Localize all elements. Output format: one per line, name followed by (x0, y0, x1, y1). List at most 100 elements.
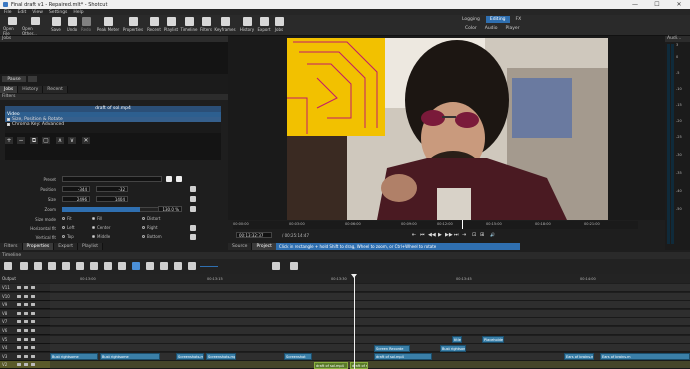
overwrite-icon[interactable] (104, 262, 112, 270)
ripple-delete-icon[interactable] (76, 262, 84, 270)
hide-icon[interactable] (24, 363, 28, 367)
move-filter-up-button[interactable]: ∧ (56, 137, 64, 144)
track-header[interactable]: V10 (0, 292, 50, 301)
timeline-clip[interactable]: Screenshots.mp4 (176, 353, 204, 361)
mute-icon[interactable] (17, 311, 21, 315)
lock-icon[interactable] (31, 337, 35, 341)
position-x-field[interactable]: -344 (62, 186, 90, 192)
lock-icon[interactable] (31, 294, 35, 298)
hide-icon[interactable] (24, 329, 28, 332)
track-lane[interactable] (50, 292, 690, 301)
next-icon[interactable]: ⏭ (454, 232, 459, 238)
filter-enable-checkbox[interactable] (7, 123, 10, 126)
filter-enable-checkbox[interactable] (7, 118, 10, 121)
zoom-fit-icon[interactable] (290, 262, 298, 270)
lift-icon[interactable] (90, 262, 98, 270)
track-header[interactable]: V8 (0, 309, 50, 318)
tab-recent[interactable]: Recent (43, 86, 68, 93)
audio-panel-button[interactable]: Audio (485, 26, 498, 31)
track-header[interactable]: V5 (0, 335, 50, 344)
close-filter-button[interactable]: ✕ (82, 137, 90, 144)
timeline-clip[interactable]: title (452, 336, 462, 344)
deselect-filter-button[interactable]: ▢ (42, 137, 50, 144)
filters-button[interactable]: Filters (199, 15, 213, 36)
split-icon[interactable] (118, 262, 126, 270)
lock-icon[interactable] (31, 354, 35, 358)
track-header[interactable]: V9 (0, 301, 50, 310)
zoom-out-icon[interactable] (188, 262, 196, 270)
undo-button[interactable]: Undo (66, 15, 78, 36)
mute-icon[interactable] (17, 354, 21, 358)
skip-to-start-icon[interactable]: ⇤ (412, 232, 416, 238)
append-icon[interactable] (62, 262, 70, 270)
maximize-button[interactable]: ☐ (646, 0, 668, 9)
hfit-right[interactable]: Right (142, 225, 158, 230)
timeline-clip[interactable]: Screen Recorde (374, 344, 410, 352)
size-height-field[interactable]: 1404 (96, 196, 128, 202)
hfit-left[interactable]: Left (62, 225, 75, 230)
hide-icon[interactable] (24, 286, 28, 289)
mute-icon[interactable] (17, 337, 21, 341)
track-lane[interactable] (50, 301, 690, 310)
open-other-button[interactable]: Open Other... (22, 15, 48, 36)
zoom-field[interactable]: 130.0 % (158, 206, 182, 212)
menu-file[interactable]: File (4, 10, 12, 15)
timeline-clip[interactable]: draft of sol.mp4 (374, 353, 432, 361)
skip-to-end-icon[interactable]: ⇥ (462, 232, 466, 238)
lock-icon[interactable] (31, 286, 35, 289)
timeline-clip[interactable]: Placeholder (482, 336, 504, 344)
video-frame[interactable] (287, 38, 608, 220)
volume-icon[interactable]: 🔊 (490, 232, 495, 237)
timeline-playhead[interactable] (354, 274, 355, 369)
mute-icon[interactable] (17, 303, 21, 307)
timeline-clip[interactable]: Ears of brains.m (564, 353, 594, 361)
preset-select[interactable] (62, 176, 162, 182)
track-header[interactable]: V4 (0, 344, 50, 353)
menu-settings[interactable]: Settings (49, 10, 67, 15)
track-lane[interactable] (50, 318, 690, 327)
previous-icon[interactable]: ⏮ (420, 232, 425, 238)
save-preset-icon[interactable] (166, 176, 172, 182)
cut-icon[interactable] (20, 262, 28, 270)
hide-icon[interactable] (24, 303, 28, 307)
scrub-icon[interactable] (146, 262, 154, 270)
paste-icon[interactable] (48, 262, 56, 270)
vfit-bottom[interactable]: Bottom (142, 234, 162, 239)
tab-project[interactable]: Project (252, 243, 277, 250)
tab-source[interactable]: Source (228, 243, 253, 250)
lock-icon[interactable] (31, 329, 35, 332)
jobs-button[interactable]: Jobs (273, 15, 285, 36)
menu-edit[interactable]: Edit (18, 10, 27, 15)
tab-properties[interactable]: Properties (22, 243, 55, 250)
timeline-clip[interactable]: Bust rightsome (100, 353, 160, 361)
lock-icon[interactable] (31, 311, 35, 315)
track-header[interactable]: V3 (0, 352, 50, 361)
lock-icon[interactable] (31, 346, 35, 350)
add-filter-button[interactable]: + (5, 137, 13, 144)
vfit-middle[interactable]: Middle (92, 234, 110, 239)
tab-logging[interactable]: Logging (458, 16, 484, 23)
reset-size-icon[interactable] (190, 196, 196, 202)
zoom-in-icon[interactable] (272, 262, 280, 270)
track-lane[interactable] (50, 335, 690, 344)
track-header[interactable]: V6 (0, 327, 50, 335)
history-button[interactable]: History (239, 15, 255, 36)
timeline-clip[interactable]: Ears of brains.m (600, 353, 690, 361)
properties-button[interactable]: Properties (122, 15, 144, 36)
jobs-menu-button[interactable] (28, 76, 37, 82)
open-file-button[interactable]: Open File (3, 15, 21, 36)
tab-fx[interactable]: FX (512, 16, 526, 23)
save-button[interactable]: Save (50, 15, 62, 36)
track-header[interactable]: V2 (0, 361, 50, 369)
current-timecode[interactable]: 00:13:32:37 (236, 232, 272, 238)
timeline-clip[interactable]: Bust rightsome (440, 344, 466, 352)
timeline-clip[interactable]: draft of sol.mp4 (314, 361, 348, 369)
lock-icon[interactable] (31, 303, 35, 307)
tab-history[interactable]: History (18, 86, 44, 93)
remove-filter-button[interactable]: − (17, 137, 25, 144)
ripple-all-icon[interactable] (174, 262, 182, 270)
hide-icon[interactable] (24, 294, 28, 298)
size-mode-fill[interactable]: Fill (92, 216, 102, 221)
timeline-playhead-marker[interactable] (351, 274, 357, 278)
track-lane[interactable] (50, 284, 690, 292)
